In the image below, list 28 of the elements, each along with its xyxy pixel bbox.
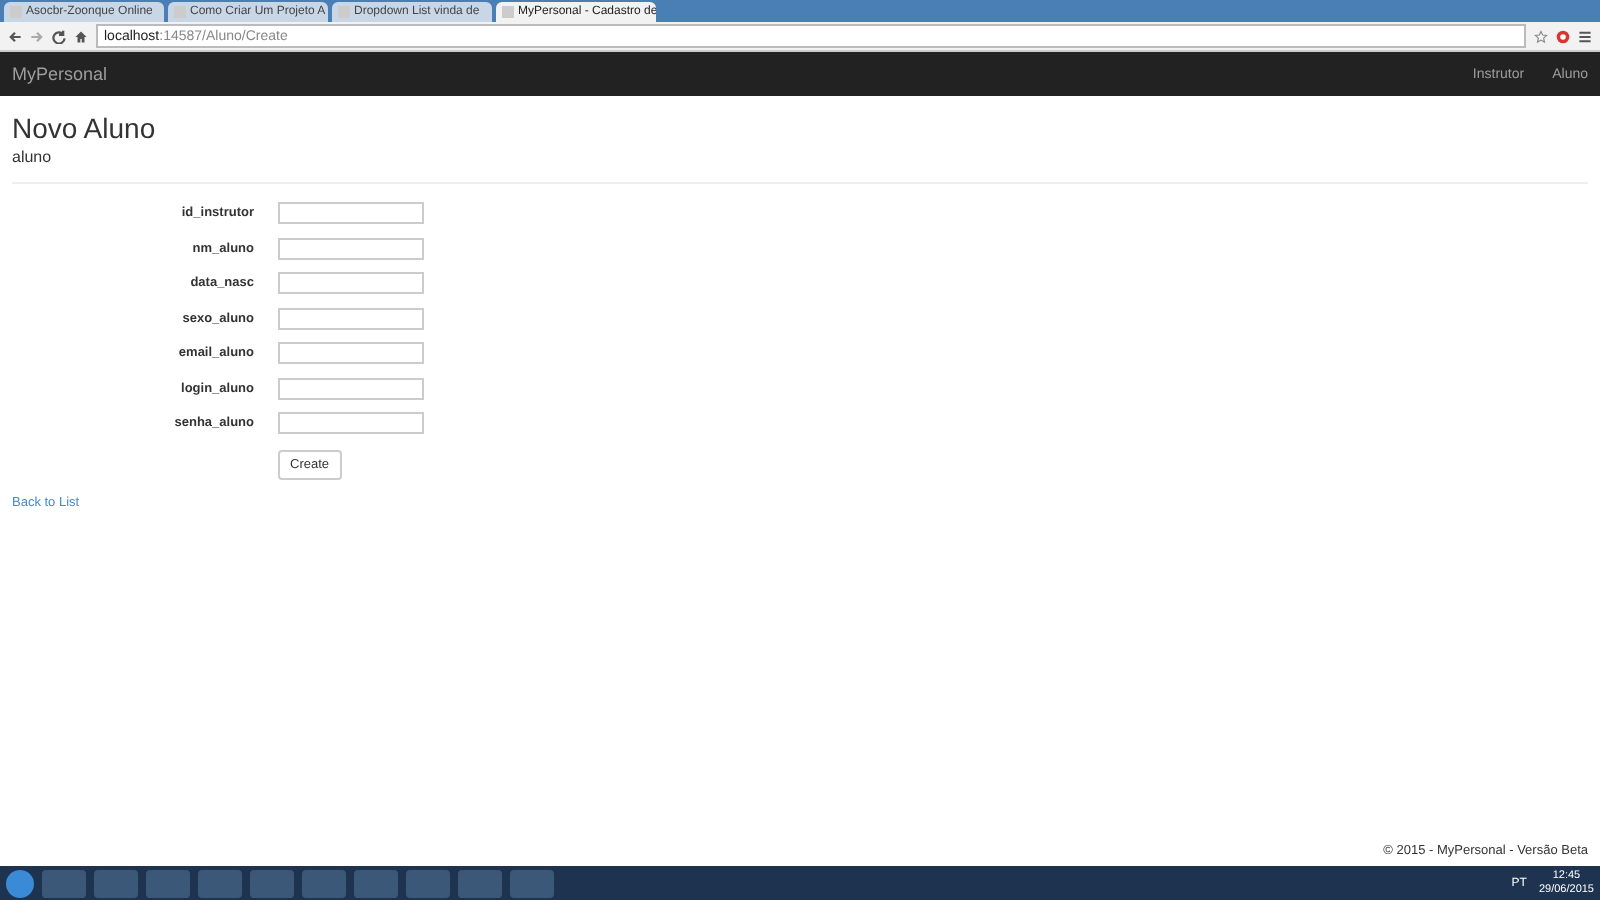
back-arrow-icon[interactable] [8,29,22,43]
page-subtitle: aluno [12,148,54,166]
taskbar-app-icon[interactable] [510,869,554,897]
taskbar-app-icon[interactable] [94,869,138,897]
extension-icon[interactable] [1556,29,1570,43]
taskbar-app-icon[interactable] [198,869,242,897]
menu-icon[interactable] [1578,29,1592,43]
input-field[interactable] [278,377,424,400]
input-field[interactable] [278,272,424,295]
star-icon[interactable] [1534,29,1548,43]
reload-icon[interactable] [52,29,66,43]
forward-arrow-icon[interactable] [30,29,44,43]
taskbar-app-icon[interactable] [354,869,398,897]
taskbar-app-icon[interactable] [146,869,190,897]
taskbar-app-icon[interactable] [458,869,502,897]
brand-link[interactable]: MyPersonal [12,64,108,84]
input-field[interactable] [278,237,424,260]
page-title: Novo Aluno [12,112,158,144]
input-field[interactable] [278,342,424,365]
input-field[interactable] [278,307,424,330]
input-field[interactable] [278,202,424,225]
taskbar-app-icon[interactable] [42,869,86,897]
input-field[interactable] [278,412,424,435]
taskbar-app-icon[interactable] [406,869,450,897]
taskbar-app-icon[interactable] [250,869,294,897]
taskbar-app-icon[interactable] [302,869,346,897]
home-icon[interactable] [74,29,88,43]
start-button[interactable] [6,869,34,897]
